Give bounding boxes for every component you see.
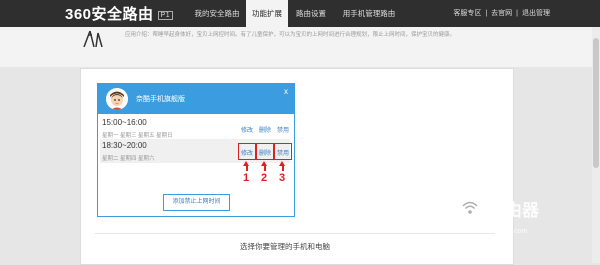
divider: [95, 233, 495, 234]
nav-router-settings[interactable]: 路由设置: [290, 0, 332, 27]
rule-days: 星期二 星期四 星期六: [102, 156, 155, 162]
nav-my-router[interactable]: 我的安全路由: [188, 0, 246, 27]
edit-button[interactable]: 修改: [241, 125, 253, 134]
rule-time: 18:30~20:00: [102, 141, 147, 150]
watermark-router-icon: [456, 194, 484, 222]
separator: |: [485, 10, 488, 17]
watermark-url: luyouqi.com: [490, 228, 528, 235]
top-links: 客服专区 | 去官网 | 退出管理: [451, 0, 552, 27]
logo: 360安全路由 P1: [65, 3, 174, 24]
annotation-number: 2: [261, 172, 268, 184]
arrow-shaft: [246, 165, 248, 171]
nav-phone-manage[interactable]: 用手机管理路由: [334, 0, 404, 27]
logo-text: 360安全路由: [65, 6, 154, 23]
link-official-site[interactable]: 去官网: [491, 10, 512, 17]
highlight-box: [238, 143, 256, 160]
dialog-title: 奈酷手机旗舰版: [136, 96, 185, 103]
app-description: 应用介绍：帮睡早起身体好，宝贝上网控时间。有了儿童保护，可以为宝贝的上网时间进行…: [125, 32, 456, 38]
section-heading: 选择你要管理的手机和电脑: [240, 242, 330, 251]
annotation-number: 3: [279, 172, 286, 184]
close-icon[interactable]: x: [284, 87, 288, 96]
link-support[interactable]: 客服专区: [453, 10, 481, 17]
link-logout[interactable]: 退出管理: [522, 10, 550, 17]
list-item: 15:00~16:00 星期一 星期三 星期五 星期日 修改 删除 禁用: [100, 116, 290, 140]
model-badge: P1: [157, 11, 174, 20]
avatar: [106, 88, 128, 110]
nav-extensions[interactable]: 功能扩展: [246, 0, 288, 27]
highlight-box: [256, 143, 274, 160]
watermark-title: 路由器: [488, 201, 539, 220]
arrow-shaft: [264, 165, 266, 171]
delete-button[interactable]: 删除: [259, 125, 271, 134]
separator: |: [516, 10, 518, 17]
rule-time: 15:00~16:00: [102, 118, 147, 127]
child-protection-icon: [83, 30, 103, 47]
scrollbar-thumb[interactable]: [593, 38, 599, 168]
add-block-time-button[interactable]: 添加禁止上网时间: [163, 194, 230, 211]
disable-button[interactable]: 禁用: [277, 125, 289, 134]
annotation-number: 1: [243, 172, 250, 184]
highlight-box: [274, 143, 292, 160]
dialog-header: 奈酷手机旗舰版 x: [98, 84, 294, 114]
rule-days: 星期一 星期三 星期五 星期日: [102, 133, 173, 139]
arrow-shaft: [282, 165, 284, 171]
